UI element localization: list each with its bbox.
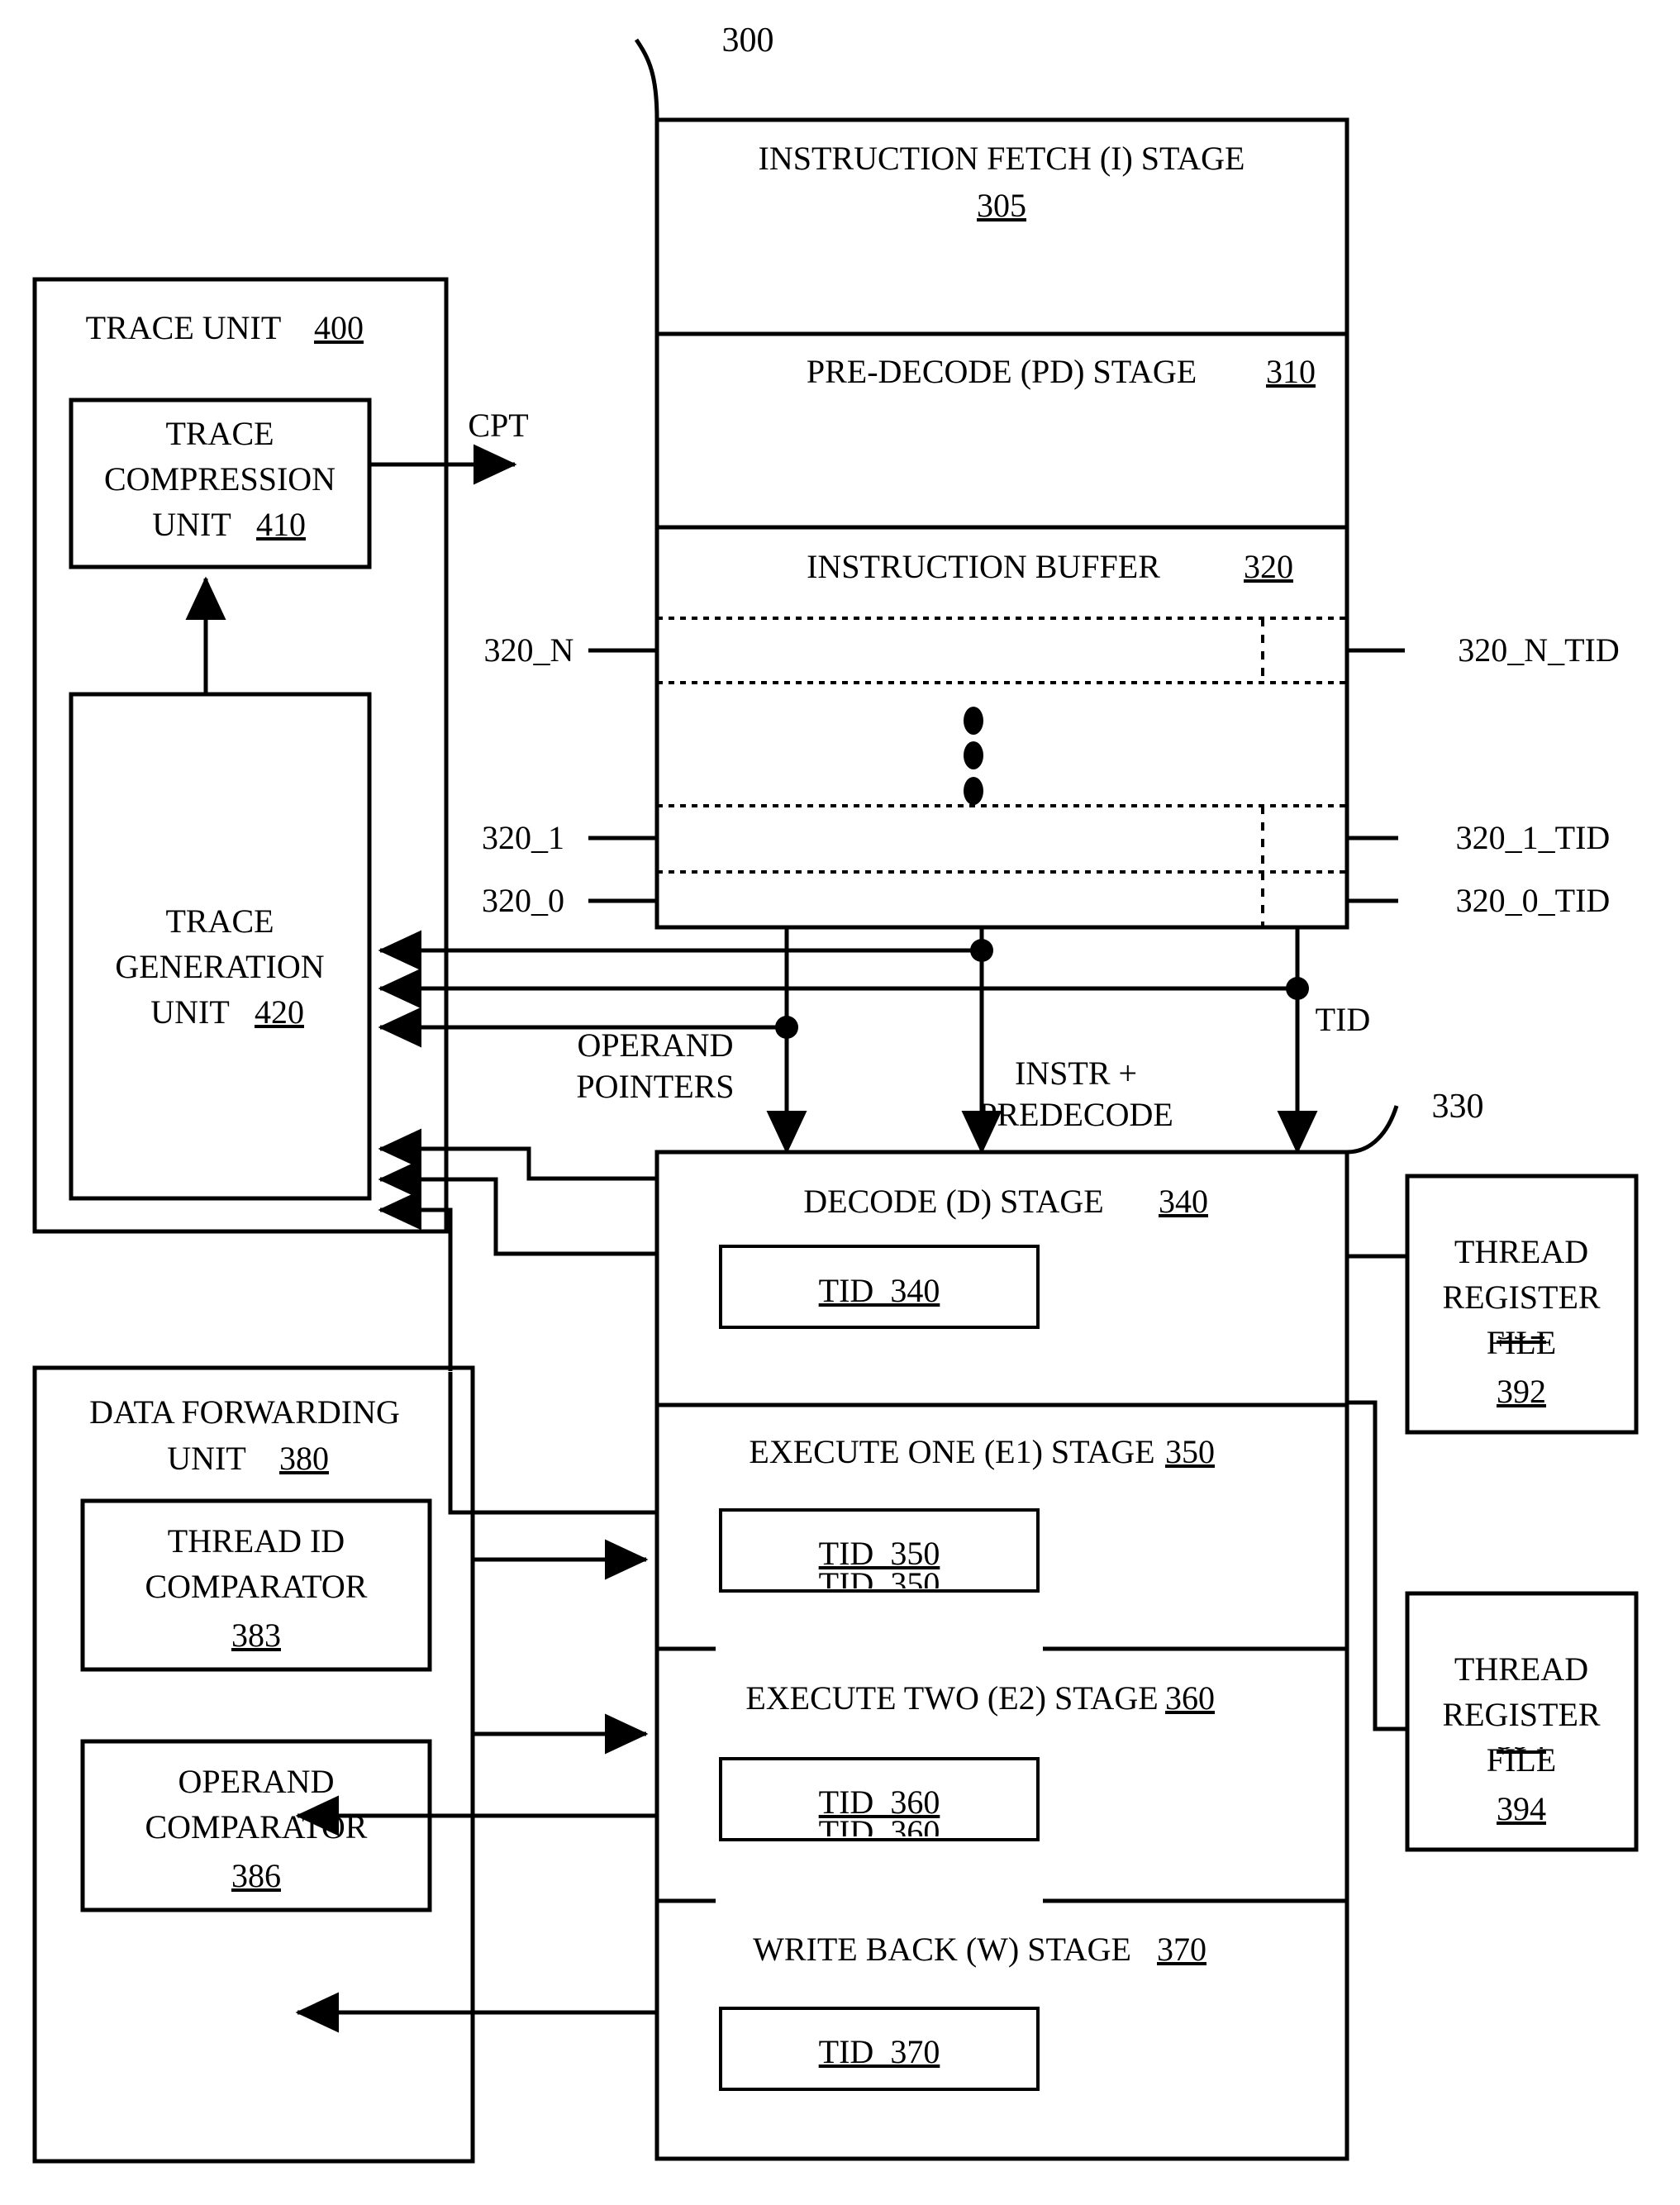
wire-e1-to-trace-gen (378, 1159, 657, 1256)
trace-generation-unit-box (69, 692, 372, 1201)
instr-predecode-label-line2: PREDECODE (978, 1096, 1173, 1133)
wire-decode-to-trace-gen (378, 1128, 657, 1181)
trace-generation-line1: TRACE (165, 902, 274, 940)
ref-330: 330 (1432, 1088, 1484, 1126)
trace-compression-number: 410 (256, 506, 306, 543)
instruction-buffer-label: INSTRUCTION BUFFER (807, 548, 1160, 585)
stage-310-number: 310 (1266, 353, 1316, 390)
label-320-1: 320_1 (482, 819, 564, 856)
trace-generation-number: 420 (255, 993, 304, 1031)
wire-e1-to-trf394 (1347, 1400, 1407, 1731)
instruction-buffer-entries (657, 617, 1347, 927)
thread-id-comparator-number: 383 (231, 1617, 281, 1654)
trf-392-t1: THREAD (1454, 1233, 1588, 1270)
dfu-title-line2: UNIT (167, 1440, 246, 1477)
junction-dot-tid (1286, 977, 1309, 1000)
stage-370-number: 370 (1157, 1931, 1206, 1968)
buffer-entry-labels-right: 320_N_TID 320_1_TID 320_0_TID (1347, 631, 1620, 919)
trace-unit-number: 400 (314, 309, 364, 346)
dfu-number: 380 (279, 1440, 329, 1477)
trace-compression-line1: TRACE (165, 415, 274, 452)
junction-dot-instr (970, 939, 993, 962)
trf-394-tn: 394 (1497, 1790, 1546, 1827)
data-forwarding-unit-380: DATA FORWARDING UNIT 380 THREAD ID COMPA… (32, 1365, 475, 2164)
label-320-0: 320_0 (482, 882, 564, 919)
trace-unit-title: TRACE UNIT (86, 309, 282, 346)
stage-350-label: EXECUTE ONE (E1) STAGE (749, 1433, 1154, 1470)
pipeline-front-end-300: 300 INSTRUCTION FETCH (I) STAGE 305 PRE-… (634, 21, 1349, 930)
trace-unit-400: TRACE UNIT 400 TRACE COMPRESSION UNIT 41… (32, 277, 529, 1234)
trace-compression-line2: COMPRESSION (104, 460, 336, 498)
instr-predecode-label-line1: INSTR + (1015, 1055, 1137, 1092)
buffer-ellipsis (964, 707, 983, 805)
label-320-n-tid: 320_N_TID (1458, 631, 1620, 669)
callout-line-330 (1346, 1105, 1399, 1155)
callout-line-300 (634, 38, 659, 121)
stage-360-number: 360 (1165, 1679, 1215, 1717)
tid-340-label: TID_340 (819, 1272, 940, 1309)
trf-392-t2: REGISTER (1442, 1279, 1600, 1316)
tid-label: TID (1316, 1001, 1371, 1038)
trace-compression-line3: UNIT (152, 506, 231, 543)
stage-310-label: PRE-DECODE (PD) STAGE (807, 353, 1197, 390)
stage-340-number: 340 (1159, 1183, 1208, 1220)
dfu-title-line1: DATA FORWARDING (89, 1393, 400, 1431)
trf-394-t3: FILE (1487, 1741, 1556, 1779)
ref-300: 300 (722, 21, 774, 60)
pipeline-front-end-outline (654, 117, 1349, 930)
tid-360-text: TID_360 (819, 1784, 940, 1821)
label-320-0-tid: 320_0_TID (1456, 882, 1611, 919)
trf-392-t3: FILE (1487, 1324, 1556, 1361)
operand-pointers-label-line1: OPERAND (578, 1026, 734, 1064)
stage-305-label: INSTRUCTION FETCH (I) STAGE (759, 140, 1245, 177)
stage-305-number: 305 (977, 187, 1026, 224)
label-320-1-tid: 320_1_TID (1456, 819, 1611, 856)
thread-id-comparator-line2: COMPARATOR (145, 1568, 367, 1605)
patent-figure-page: 300 INSTRUCTION FETCH (I) STAGE 305 PRE-… (0, 0, 1680, 2205)
routing-cleanup (38, 1371, 469, 1372)
stage-340-label: DECODE (D) STAGE (803, 1183, 1103, 1220)
thread-id-comparator-line1: THREAD ID (168, 1522, 345, 1560)
instruction-buffer-number: 320 (1244, 548, 1293, 585)
junction-dot-operand (775, 1016, 798, 1039)
trace-generation-line3: UNIT (150, 993, 230, 1031)
trace-generation-line2: GENERATION (115, 948, 324, 985)
cpt-signal-label: CPT (468, 407, 528, 444)
label-320-n: 320_N (484, 631, 574, 669)
block-diagram: 300 INSTRUCTION FETCH (I) STAGE 305 PRE-… (32, 21, 1644, 2164)
trf-394-t2: REGISTER (1442, 1696, 1600, 1733)
trf-392-tn: 392 (1497, 1373, 1546, 1410)
trf-394-t1: THREAD (1454, 1650, 1588, 1688)
buffer-entry-labels-left: 320_N 320_1 320_0 (482, 631, 657, 919)
buffer-to-trace-generation-wires: OPERAND POINTERS INSTR + PREDECODE TID (378, 927, 1371, 1155)
stage-360-label: EXECUTE TWO (E2) STAGE (745, 1679, 1158, 1717)
tid-370-label: TID_370 (819, 2033, 940, 2070)
stage-350-number: 350 (1165, 1433, 1215, 1470)
operand-comparator-line1: OPERAND (178, 1763, 335, 1800)
stage-370-label: WRITE BACK (W) STAGE (753, 1931, 1131, 1968)
tid-350-text: TID_350 (819, 1535, 940, 1572)
pipeline-to-register-file-wires (1347, 1254, 1407, 1731)
operand-pointers-label-line2: POINTERS (576, 1068, 734, 1105)
operand-comparator-number: 386 (231, 1857, 281, 1894)
trf-box-overlays: THREAD REGISTER FILE 392 THREAD REGISTER… (1402, 1171, 1644, 1852)
